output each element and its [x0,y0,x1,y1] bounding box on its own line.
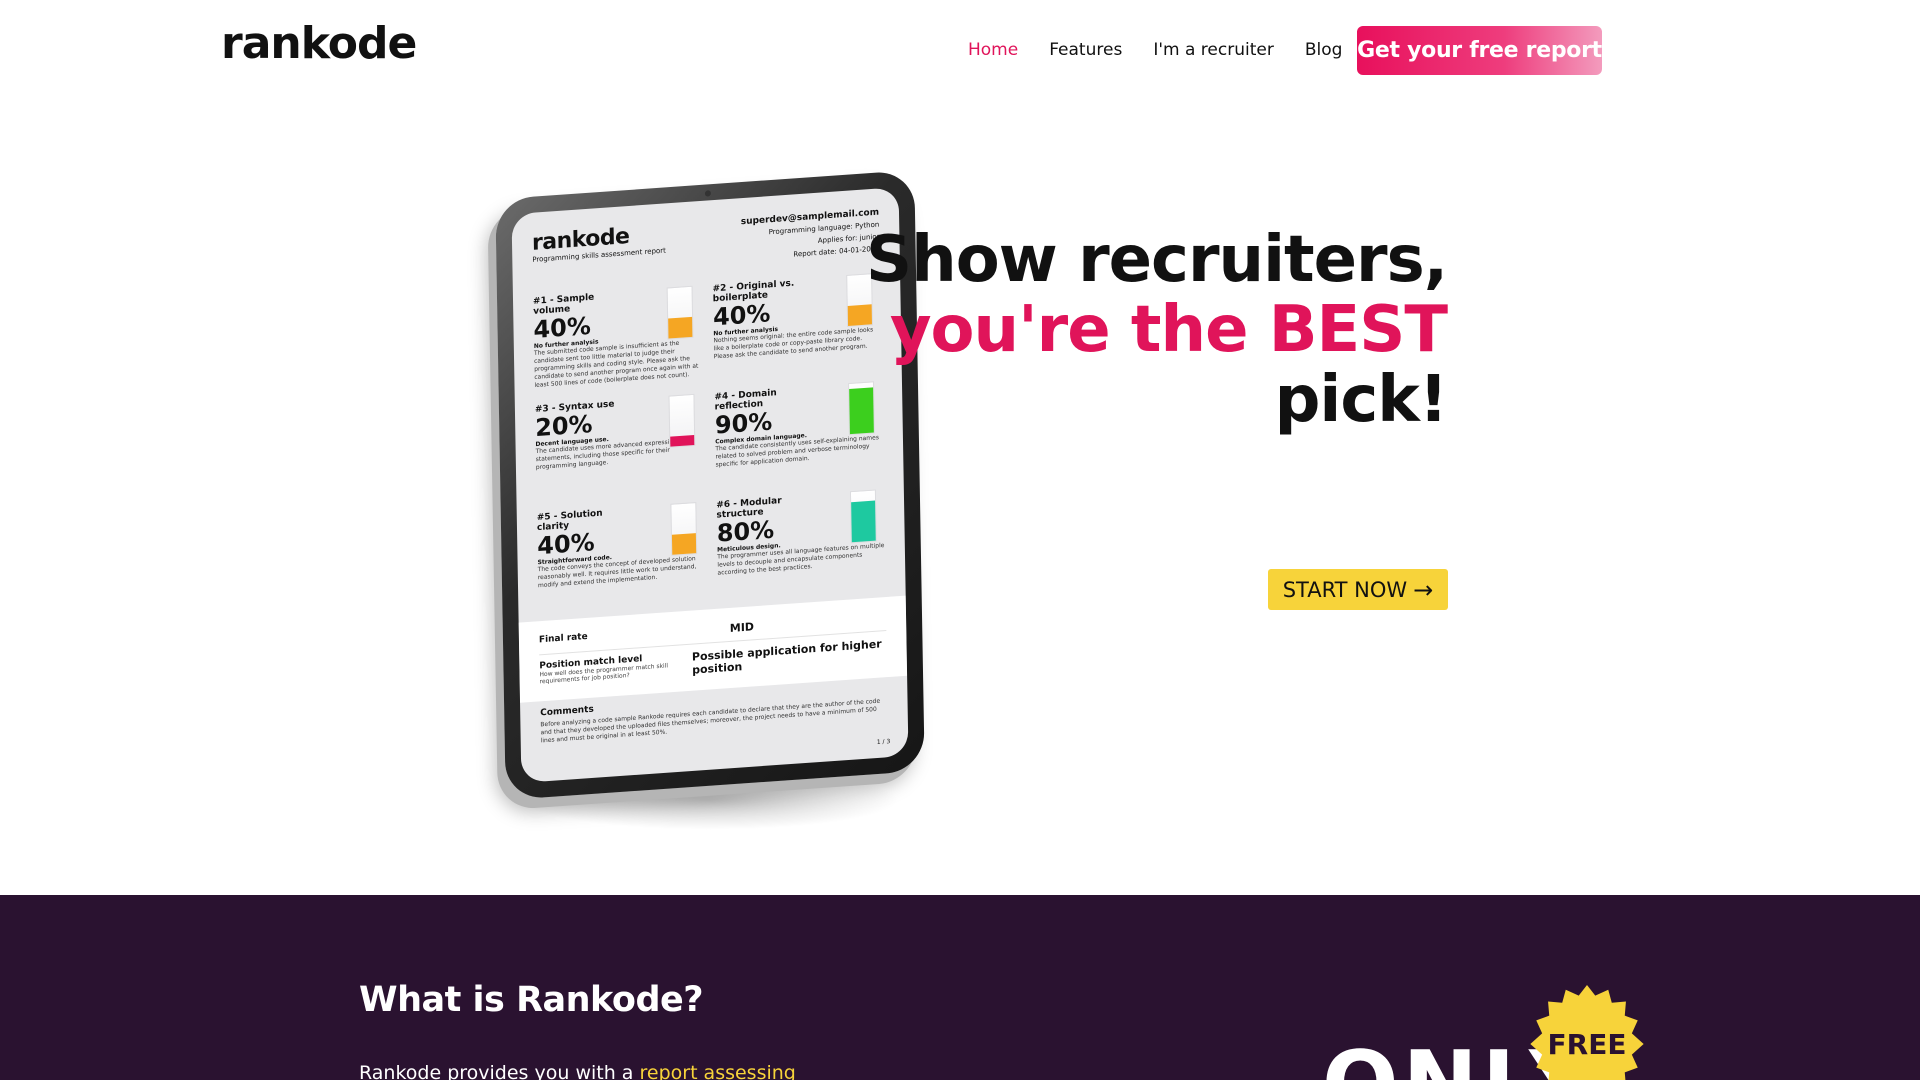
hero-line-2: you're the BEST [889,293,1448,367]
report-meta: superdev@samplemail.com Programming lang… [741,207,880,265]
metric-bar [668,393,696,448]
final-rate-value: MID [729,620,755,635]
report-preview: rankode Programming skills assessment re… [511,187,909,783]
site-logo[interactable]: rankode [221,18,417,69]
nav-features[interactable]: Features [1049,40,1122,60]
about-text-link[interactable]: report assessing [639,1062,795,1080]
page-number: 1 / 3 [876,738,891,746]
metric-card: #5 - Solution clarity 40% Straightforwar… [537,501,706,615]
start-now-label: START NOW [1282,577,1408,602]
metric-bar-fill [851,500,876,543]
arrow-right-icon: → [1413,575,1434,604]
about-text: Rankode provides you with a report asses… [359,1062,796,1080]
metric-bar-fill [670,434,695,447]
get-free-report-button[interactable]: Get your free report [1357,26,1602,75]
metrics-grid: #1 - Sample volume 40% No further analys… [533,273,886,616]
metric-bar [849,489,877,544]
metric-card: #1 - Sample volume 40% No further analys… [533,285,702,399]
metric-bar-fill [668,316,693,339]
about-text-prefix: Rankode provides you with a [359,1062,640,1080]
main-nav: Home Features I'm a recruiter Blog [968,40,1373,60]
metric-bar [670,501,698,556]
about-heading: What is Rankode? [359,980,704,1020]
metric-card: #3 - Syntax use 20% Decent language use.… [535,393,704,507]
nav-blog[interactable]: Blog [1305,40,1343,60]
metric-bar [666,285,694,340]
metric-bar-fill [671,533,697,555]
metric-card: #6 - Modular structure 80% Meticulous de… [716,489,885,603]
hero-headline: Show recruiters, you're the BEST pick! [866,223,1448,437]
tablet-mockup-image: rankode Programming skills assessment re… [495,169,925,801]
about-section: What is Rankode? Rankode provides you wi… [0,895,1920,1080]
hero-line-1: Show recruiters, [866,223,1448,297]
metric-card: #2 - Original vs. boilerplate 40% No fur… [712,273,881,387]
start-now-button[interactable]: START NOW → [1268,569,1448,610]
nav-recruiter[interactable]: I'm a recruiter [1153,40,1274,60]
hero-line-3: pick! [1274,363,1448,437]
free-badge-label: FREE [1547,1028,1627,1061]
metric-card: #4 - Domain reflection 90% Complex domai… [714,381,883,495]
position-match-value: Possible application for higher position [691,637,882,677]
position-match-label: Position match level How well does the p… [539,651,692,688]
nav-home[interactable]: Home [968,40,1018,60]
